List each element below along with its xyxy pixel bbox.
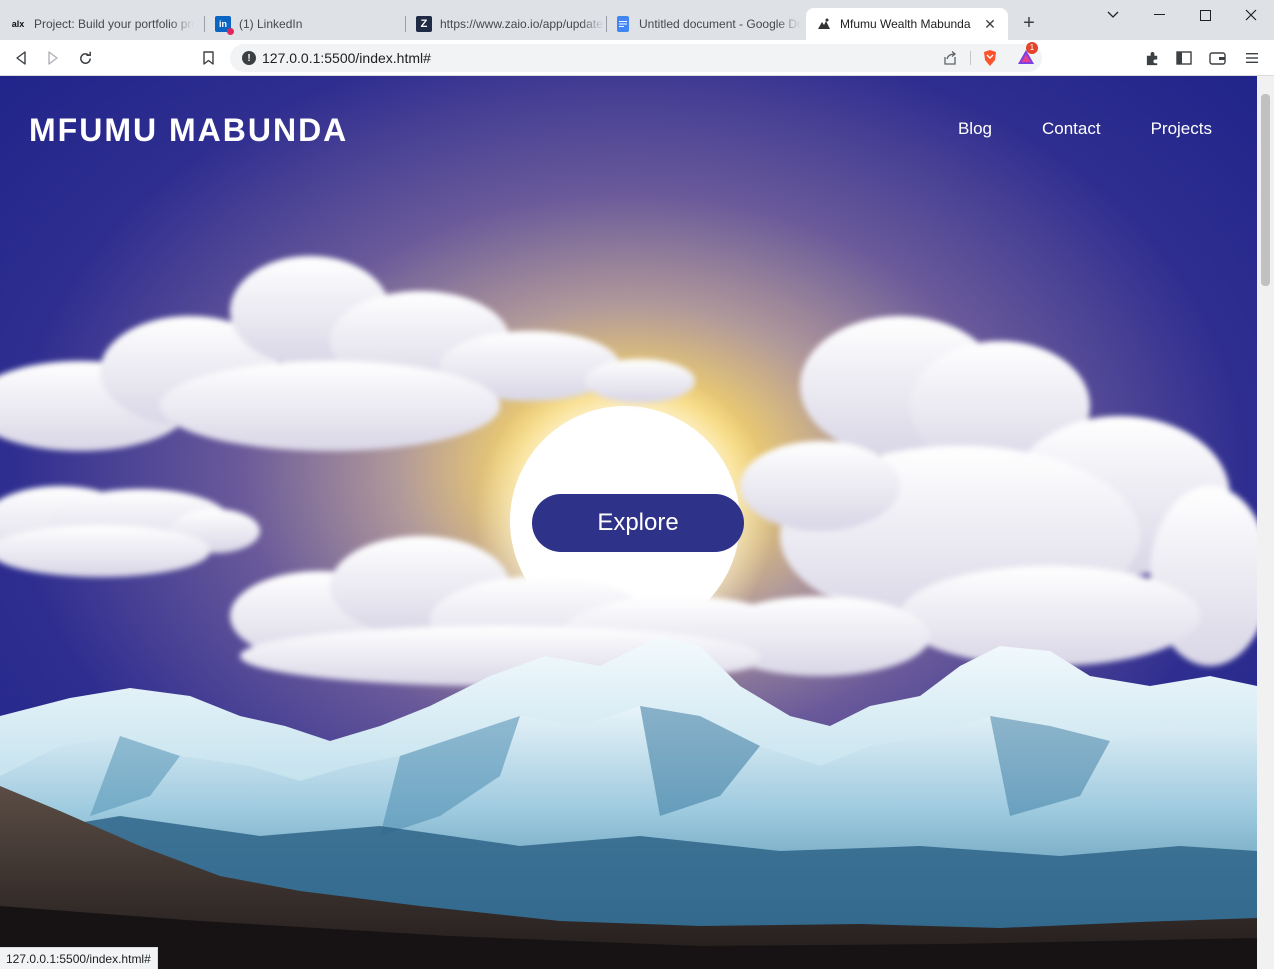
site-nav: Blog Contact Projects [908, 119, 1212, 139]
sidebar-icon[interactable] [1172, 46, 1196, 70]
tab-search-icon[interactable] [1090, 0, 1136, 30]
share-icon[interactable] [942, 50, 958, 71]
brave-shields-icon[interactable] [982, 49, 998, 72]
minimize-icon[interactable] [1136, 0, 1182, 30]
zaio-icon: Z [416, 16, 432, 32]
address-url[interactable]: 127.0.0.1:5500/index.html# [262, 50, 431, 66]
tab-title: Mfumu Wealth Mabunda [840, 17, 971, 31]
site-info-icon[interactable]: ! [242, 51, 256, 65]
tab-zaio[interactable]: Z https://www.zaio.io/app/update [406, 8, 606, 40]
forward-icon[interactable] [41, 46, 65, 70]
tab-title: (1) LinkedIn [239, 17, 303, 31]
tab-title: Untitled document - Google Docs [639, 17, 801, 31]
status-bubble: 127.0.0.1:5500/index.html# [0, 947, 158, 969]
page-scrollbar[interactable] [1257, 76, 1274, 969]
window-close-icon[interactable] [1228, 0, 1274, 30]
back-icon[interactable] [9, 46, 33, 70]
menu-icon[interactable] [1240, 46, 1264, 70]
google-docs-icon [617, 16, 629, 32]
tab-alx-project[interactable]: alx Project: Build your portfolio projec… [0, 8, 203, 40]
scrollbar-thumb[interactable] [1261, 94, 1270, 286]
extensions-icon[interactable] [1140, 46, 1164, 70]
new-tab-icon[interactable]: + [1018, 12, 1040, 34]
tab-active-site[interactable]: Mfumu Wealth Mabunda ✕ [806, 8, 1008, 40]
bookmark-icon[interactable] [196, 46, 220, 70]
nav-blog-link[interactable]: Blog [958, 119, 992, 139]
tab-google-docs[interactable]: Untitled document - Google Docs [607, 8, 807, 40]
nav-projects-link[interactable]: Projects [1151, 119, 1212, 139]
tab-title: https://www.zaio.io/app/update [440, 17, 603, 31]
nav-contact-link[interactable]: Contact [1042, 119, 1101, 139]
maximize-icon[interactable] [1182, 0, 1228, 30]
address-bar[interactable]: ! 127.0.0.1:5500/index.html# 1 [230, 42, 1042, 72]
rewards-badge: 1 [1026, 42, 1038, 54]
hero-section: MFUMU MABUNDA Blog Contact Projects Expl… [0, 76, 1257, 969]
tab-strip: alx Project: Build your portfolio projec… [0, 0, 1274, 40]
tab-linkedin[interactable]: in (1) LinkedIn [205, 8, 405, 40]
linkedin-icon: in [215, 16, 234, 35]
explore-button[interactable]: Explore [532, 494, 744, 552]
close-icon[interactable]: ✕ [982, 16, 998, 33]
site-logo[interactable]: MFUMU MABUNDA [29, 112, 348, 149]
browser-toolbar: ! 127.0.0.1:5500/index.html# 1 [0, 40, 1274, 76]
wallet-icon[interactable] [1205, 46, 1229, 70]
site-icon [816, 16, 832, 32]
reload-icon[interactable] [73, 46, 97, 70]
alx-icon: alx [11, 19, 25, 29]
toolbar-divider [970, 51, 971, 65]
tab-title: Project: Build your portfolio project [34, 17, 194, 31]
